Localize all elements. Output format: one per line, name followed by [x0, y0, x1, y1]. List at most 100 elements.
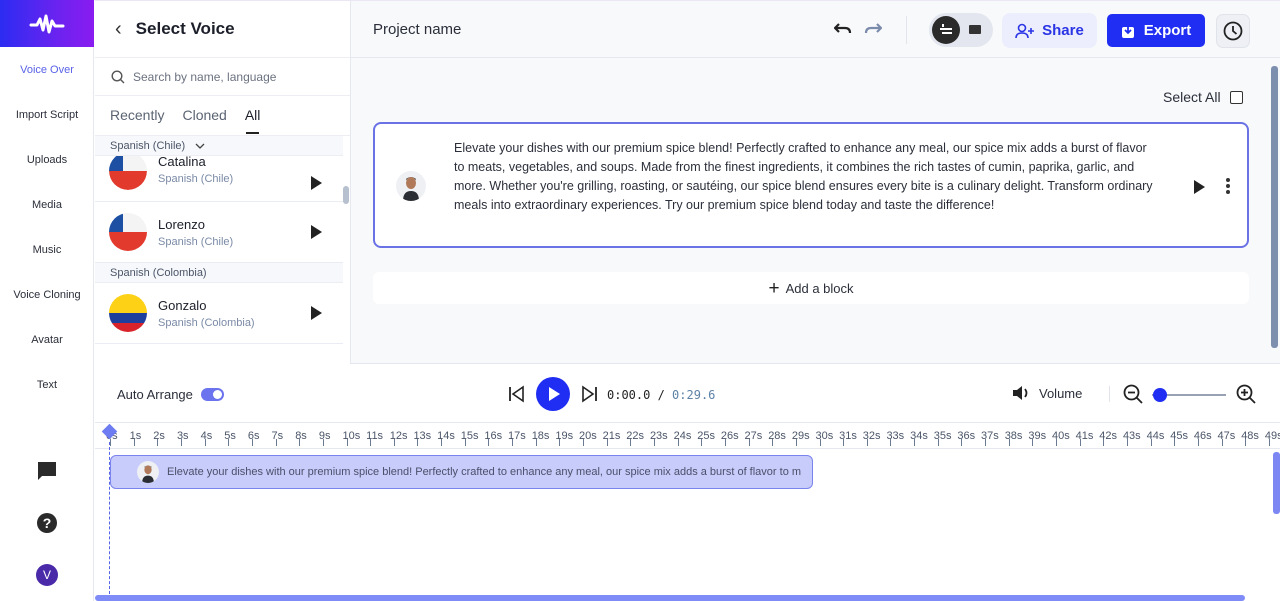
group-header-label: Spanish (Chile): [110, 139, 186, 152]
ruler-tick-label: 12s: [389, 430, 408, 442]
text-block[interactable]: Elevate your dishes with our premium spi…: [373, 122, 1249, 248]
voice-search: [95, 58, 350, 96]
back-chevron-icon[interactable]: ‹: [115, 19, 122, 39]
ruler-tick: [914, 439, 916, 446]
ruler-tick-label: 46s: [1193, 430, 1212, 442]
timeline-clip[interactable]: Elevate your dishes with our premium spi…: [110, 455, 813, 489]
nav-item-avatar[interactable]: Avatar: [0, 334, 94, 346]
ruler-tick-label: 31s: [839, 430, 857, 442]
flag-chile-icon: [109, 213, 147, 251]
ruler-tick-label: 7s: [271, 430, 284, 442]
flag-chile-icon: [109, 156, 147, 190]
share-button[interactable]: Share: [1002, 13, 1097, 48]
play-voice-preview-icon[interactable]: [311, 306, 322, 320]
voice-name: Gonzalo: [158, 297, 207, 313]
ruler-tick-label: 5s: [224, 430, 236, 442]
zoom-slider-handle[interactable]: [1153, 388, 1167, 402]
voice-list-scrollbar[interactable]: [343, 186, 349, 204]
timeline-vertical-scrollbar[interactable]: [1273, 452, 1280, 514]
zoom-in-button[interactable]: [1236, 384, 1256, 409]
block-view-icon: [969, 25, 981, 34]
select-all-checkbox[interactable]: Select All: [1163, 89, 1243, 105]
chat-icon[interactable]: [35, 459, 59, 483]
tab-all[interactable]: All: [245, 96, 260, 136]
timeline-ruler[interactable]: 0s1s2s3s4s5s6s7s8s9s10s11s12s13s14s15s16…: [95, 424, 1280, 449]
ruler-tick-label: 1s: [129, 430, 142, 442]
ruler-tick-label: 40s: [1052, 430, 1070, 442]
history-button[interactable]: [1216, 14, 1250, 48]
more-options-icon[interactable]: [1225, 178, 1231, 194]
play-block-icon[interactable]: [1194, 180, 1205, 194]
clock-icon: [1223, 21, 1243, 41]
auto-arrange-label: Auto Arrange: [117, 387, 193, 402]
nav-item-voice-over[interactable]: Voice Over: [0, 64, 94, 76]
nav-item-uploads[interactable]: Uploads: [0, 154, 94, 166]
ruler-tick-label: 38s: [1004, 430, 1023, 442]
ruler-tick: [1032, 439, 1034, 446]
zoom-out-button[interactable]: [1123, 384, 1143, 409]
auto-arrange-toggle[interactable]: [200, 388, 224, 401]
ruler-tick: [724, 439, 726, 446]
search-icon: [111, 69, 125, 83]
skip-forward-icon: [582, 385, 597, 403]
ruler-tick: [1197, 439, 1199, 446]
nav-item-import-script[interactable]: Import Script: [0, 109, 94, 121]
current-time: 0:00.0: [607, 388, 651, 402]
redo-button[interactable]: [864, 20, 882, 38]
group-header-spanish-colombia[interactable]: Spanish (Colombia): [95, 263, 343, 283]
ruler-tick: [1245, 439, 1247, 446]
ruler-tick: [512, 439, 514, 446]
voice-language: Spanish (Chile): [158, 173, 234, 185]
ruler-tick-label: 26s: [720, 430, 739, 442]
ruler-tick: [937, 439, 939, 446]
play-button[interactable]: [536, 377, 570, 411]
nav-item-voice-cloning[interactable]: Voice Cloning: [0, 289, 94, 301]
waveform-logo-icon: [29, 14, 65, 33]
voice-item-catalina[interactable]: Catalina Spanish (Chile): [95, 154, 343, 202]
voice-search-input[interactable]: [133, 69, 333, 84]
ruler-tick-label: 33s: [886, 430, 905, 442]
voice-item-lorenzo[interactable]: Lorenzo Spanish (Chile): [95, 202, 343, 263]
editor-scrollbar[interactable]: [1271, 66, 1278, 348]
undo-button[interactable]: [834, 20, 852, 38]
ruler-tick-label: 42s: [1099, 430, 1118, 442]
skip-to-start-button[interactable]: [508, 385, 526, 408]
timeline-horizontal-scrollbar[interactable]: [95, 595, 1245, 601]
project-name[interactable]: Project name: [373, 21, 461, 38]
nav-item-music[interactable]: Music: [0, 244, 94, 256]
nav-item-text[interactable]: Text: [0, 379, 94, 391]
help-icon[interactable]: ?: [35, 511, 59, 535]
ruler-tick: [180, 439, 182, 446]
toolbar-divider: [906, 16, 907, 44]
volume-button[interactable]: Volume: [1012, 385, 1082, 401]
group-header-spanish-chile[interactable]: Spanish (Chile): [95, 136, 343, 156]
app-root: Voice Over Import Script Uploads Media M…: [0, 0, 1280, 601]
voice-item-gonzalo[interactable]: Gonzalo Spanish (Colombia): [95, 283, 343, 344]
skip-to-end-button[interactable]: [580, 385, 598, 408]
play-voice-preview-icon[interactable]: [311, 225, 322, 239]
tab-recently[interactable]: Recently: [110, 96, 164, 136]
ruler-tick: [535, 439, 537, 446]
tab-cloned[interactable]: Cloned: [182, 96, 226, 136]
play-voice-preview-icon[interactable]: [311, 176, 322, 190]
ruler-tick-label: 14s: [437, 430, 455, 442]
block-script-text[interactable]: Elevate your dishes with our premium spi…: [454, 139, 1154, 215]
export-button[interactable]: Export: [1107, 14, 1205, 47]
ruler-tick: [133, 439, 135, 446]
ruler-tick: [630, 439, 632, 446]
speaker-avatar[interactable]: [396, 171, 426, 201]
app-logo[interactable]: [0, 0, 94, 47]
flag-colombia-icon: [109, 294, 147, 332]
ruler-tick-label: 47s: [1217, 430, 1236, 442]
ruler-tick-label: 6s: [247, 430, 260, 442]
ruler-tick: [204, 439, 206, 446]
svg-text:?: ?: [43, 515, 52, 531]
nav-item-media[interactable]: Media: [0, 199, 94, 211]
ruler-tick-label: 44s: [1146, 430, 1165, 442]
add-user-icon: [1015, 23, 1035, 38]
zoom-in-icon: [1236, 384, 1256, 404]
group-header-label: Spanish (Colombia): [110, 266, 207, 279]
user-avatar[interactable]: V: [36, 564, 58, 586]
add-block-button[interactable]: + Add a block: [373, 272, 1249, 304]
view-mode-toggle[interactable]: [929, 13, 993, 47]
